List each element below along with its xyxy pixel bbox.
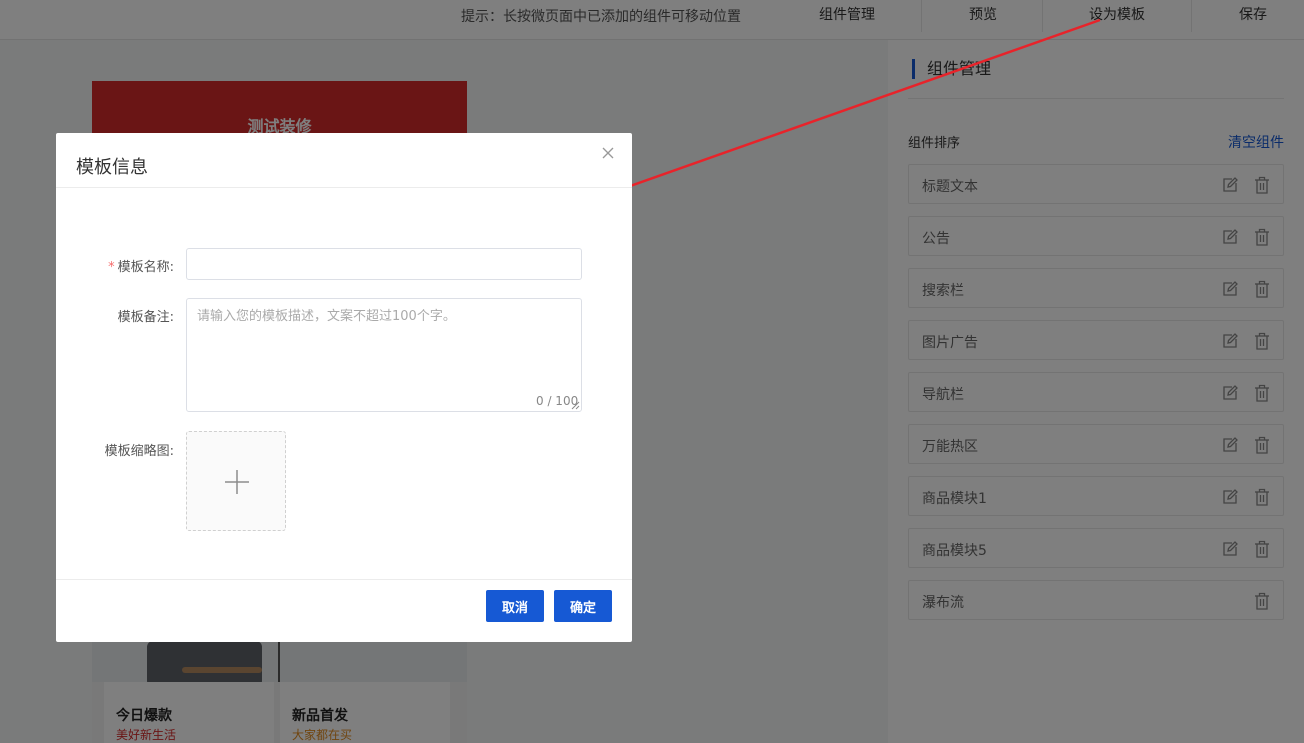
template-info-dialog: 模板信息 *模板名称: 模板备注: 0 / 100 模板缩略图: 取消 确定: [56, 133, 632, 642]
template-name-input[interactable]: [186, 248, 582, 280]
template-remark-textarea[interactable]: [186, 298, 582, 412]
template-name-label: * 模板名称:: [96, 256, 174, 275]
required-mark: *: [108, 260, 115, 275]
cancel-button[interactable]: 取消: [486, 590, 544, 622]
dialog-header: 模板信息: [56, 133, 632, 188]
thumbnail-upload-button[interactable]: [186, 431, 286, 531]
confirm-button[interactable]: 确定: [554, 590, 612, 622]
template-name-label-text: 模板名称:: [117, 260, 174, 275]
dialog-footer-divider: [56, 579, 632, 580]
close-icon[interactable]: [601, 146, 615, 160]
plus-icon: [225, 470, 249, 494]
resize-grip-icon[interactable]: [571, 401, 580, 410]
template-thumbnail-label: 模板缩略图:: [104, 444, 174, 459]
template-remark-label: 模板备注:: [117, 310, 174, 325]
dialog-title: 模板信息: [76, 157, 148, 178]
